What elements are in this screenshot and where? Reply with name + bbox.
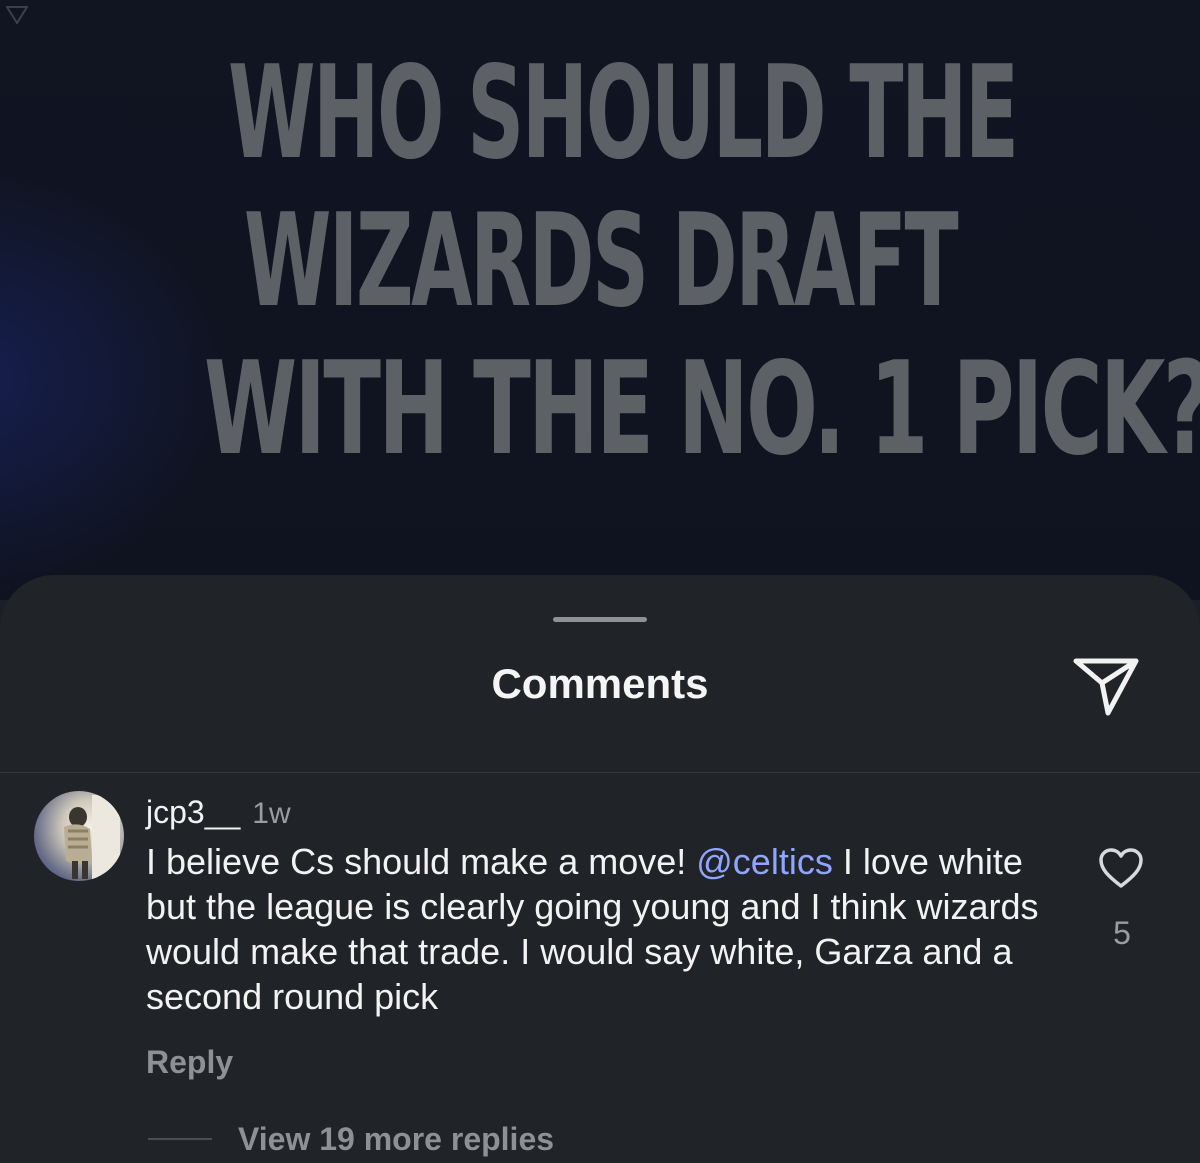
reply-button[interactable]: Reply (146, 1041, 233, 1083)
sheet-title: Comments (491, 660, 709, 707)
comment-header: jcp3__ 1w (146, 792, 291, 832)
comment-text-part-1: I believe Cs should make a move! (146, 841, 697, 882)
post-image: WHO SHOULD THE WIZARDS DRAFT WITH THE NO… (0, 0, 1200, 600)
headline-line-3: WITH THE NO. 1 PICK? (203, 335, 1200, 484)
view-more-replies-button[interactable]: View 19 more replies (238, 1119, 554, 1159)
avatar[interactable] (34, 791, 124, 881)
heart-outline-icon[interactable] (1098, 847, 1144, 889)
comment-text: I believe Cs should make a move! @celtic… (146, 839, 1046, 1019)
headline-line-1: WHO SHOULD THE (228, 39, 1019, 188)
sheet-grab-handle[interactable] (553, 617, 647, 622)
comment-username[interactable]: jcp3__ (146, 794, 240, 830)
paper-plane-icon[interactable] (1072, 655, 1140, 717)
avatar-photo-icon (64, 795, 120, 879)
mention-link[interactable]: @celtics (696, 841, 833, 882)
header-divider (0, 772, 1200, 773)
like-count: 5 (1113, 915, 1131, 951)
team-logo-icon (6, 6, 28, 24)
headline-line-2: WIZARDS DRAFT (243, 187, 959, 336)
post-headline: WHO SHOULD THE WIZARDS DRAFT WITH THE NO… (0, 40, 1200, 484)
comment-timestamp: 1w (252, 797, 291, 830)
replies-divider (148, 1138, 212, 1140)
comments-sheet: Comments jcp3__ 1w I believe Cs should ma… (0, 575, 1200, 1163)
